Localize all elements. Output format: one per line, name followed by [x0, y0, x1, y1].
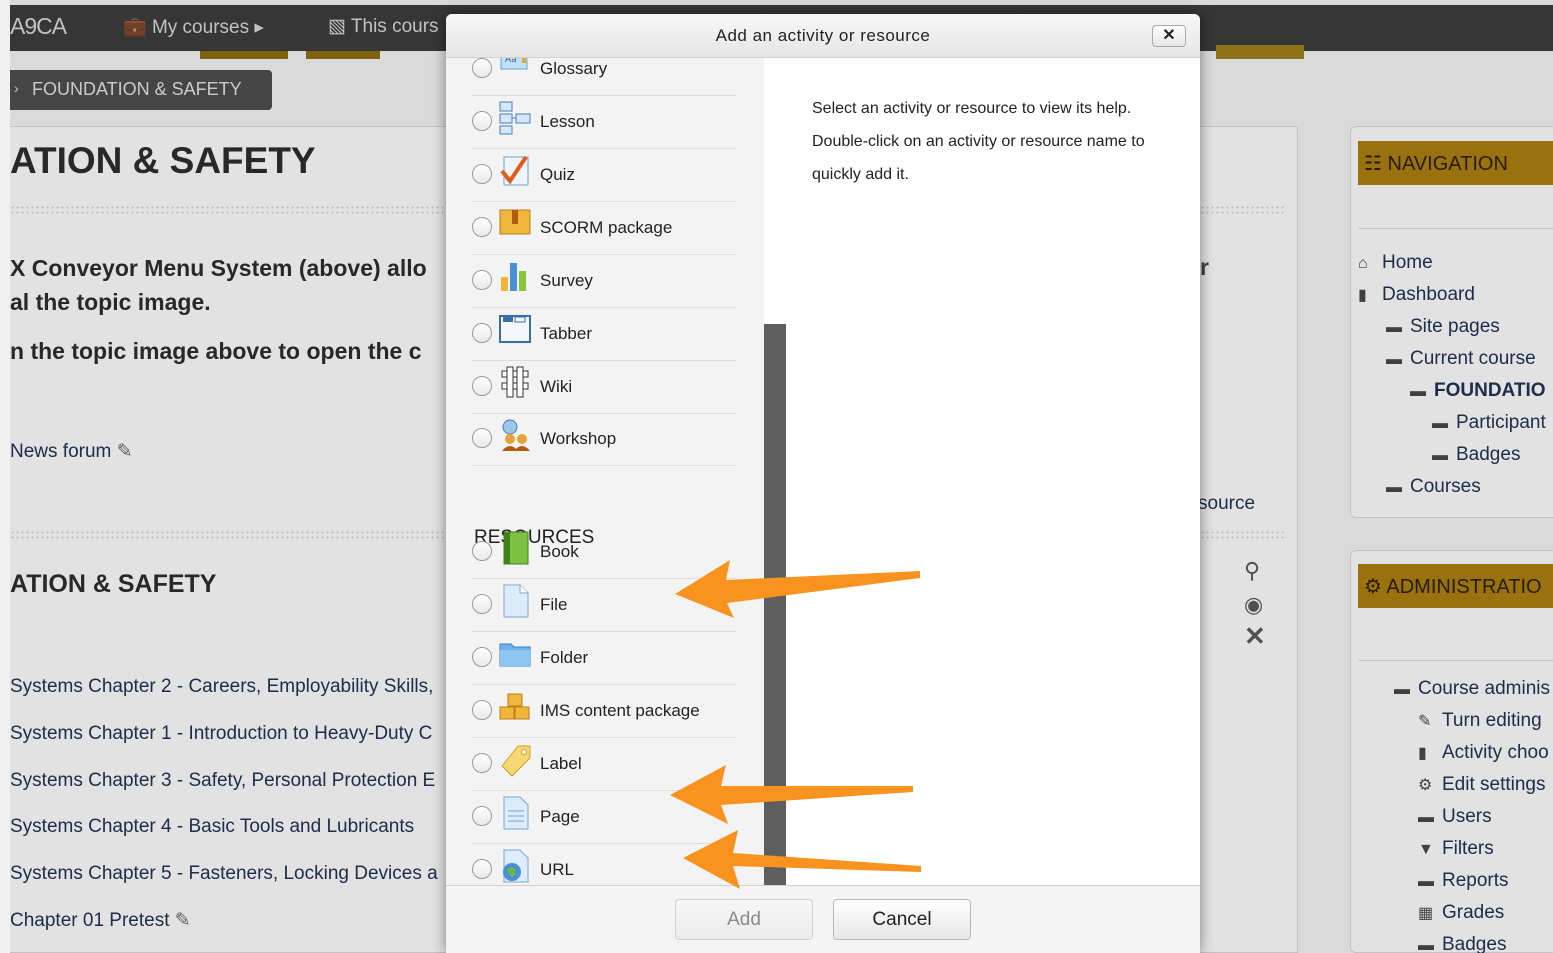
- dialog-footer: Add Cancel: [446, 885, 1200, 953]
- option-label: Page: [540, 807, 580, 826]
- option-label: SCORM package: [540, 218, 673, 237]
- radio-button[interactable]: [472, 323, 492, 343]
- ims-package-icon: [499, 693, 530, 720]
- option-folder[interactable]: Folder: [472, 632, 736, 685]
- radio-button[interactable]: [472, 270, 492, 290]
- glossary-icon: Aa: [500, 58, 528, 70]
- option-label: Lesson: [540, 112, 595, 131]
- workshop-icon: [502, 419, 530, 451]
- option-tabber[interactable]: Tabber: [472, 308, 736, 361]
- page-icon: [503, 796, 529, 830]
- folder-icon: [499, 643, 531, 667]
- options-list[interactable]: Aa Glossary Lesson Quiz SCORM package Su…: [446, 58, 764, 885]
- option-glossary[interactable]: Aa Glossary: [472, 58, 736, 96]
- option-label: Label: [540, 754, 582, 773]
- option-survey[interactable]: Survey: [472, 255, 736, 308]
- option-url[interactable]: URL: [472, 844, 736, 885]
- survey-icon: [501, 263, 526, 291]
- help-text: Select an activity or resource to view i…: [812, 100, 1145, 183]
- option-label: File: [540, 595, 568, 614]
- option-label: Tabber: [540, 324, 592, 343]
- lesson-icon: [499, 101, 531, 135]
- radio-button[interactable]: [472, 647, 492, 667]
- option-label: Workshop: [540, 429, 617, 448]
- radio-button[interactable]: [472, 594, 492, 614]
- file-icon: [503, 584, 529, 618]
- activity-chooser-dialog: Add an activity or resource ✕ Aa Glossar…: [446, 14, 1200, 953]
- option-label: URL: [540, 860, 575, 879]
- option-ims-content-package[interactable]: IMS content package: [472, 685, 736, 738]
- option-book[interactable]: Book: [472, 526, 736, 579]
- option-quiz[interactable]: Quiz: [472, 149, 736, 202]
- wiki-icon: [501, 366, 529, 398]
- option-label: Book: [540, 542, 579, 561]
- option-lesson[interactable]: Lesson: [472, 96, 736, 149]
- scrollbar-thumb[interactable]: [764, 324, 786, 885]
- book-icon: [503, 531, 529, 565]
- option-file[interactable]: File: [472, 579, 736, 632]
- option-wiki[interactable]: Wiki: [472, 361, 736, 414]
- option-workshop[interactable]: Workshop: [472, 413, 736, 466]
- url-icon: [503, 849, 529, 883]
- radio-button[interactable]: [472, 428, 492, 448]
- quiz-icon: [500, 155, 529, 186]
- radio-button[interactable]: [472, 753, 492, 773]
- radio-button[interactable]: [472, 376, 492, 396]
- radio-button[interactable]: [472, 58, 492, 78]
- radio-button[interactable]: [472, 859, 492, 879]
- label-icon: [501, 745, 531, 777]
- radio-button[interactable]: [472, 217, 492, 237]
- radio-button[interactable]: [472, 164, 492, 184]
- radio-button[interactable]: [472, 111, 492, 131]
- dialog-title: Add an activity or resource: [715, 26, 931, 45]
- radio-button[interactable]: [472, 806, 492, 826]
- add-button[interactable]: Add: [675, 899, 813, 940]
- radio-button[interactable]: [472, 700, 492, 720]
- option-label: Wiki: [540, 377, 573, 396]
- option-label: Quiz: [540, 165, 575, 184]
- option-label: Survey: [540, 271, 593, 290]
- option-scorm[interactable]: SCORM package: [472, 202, 736, 255]
- dialog-header: Add an activity or resource ✕: [446, 14, 1200, 58]
- tabber-icon: [499, 315, 531, 343]
- scorm-icon: [499, 209, 531, 235]
- option-label: IMS content package: [540, 701, 700, 720]
- option-label-resource[interactable]: Label: [472, 738, 736, 791]
- close-button[interactable]: ✕: [1152, 25, 1186, 47]
- radio-button[interactable]: [472, 541, 492, 561]
- close-icon: ✕: [1162, 27, 1176, 44]
- option-page[interactable]: Page: [472, 791, 736, 844]
- cancel-button[interactable]: Cancel: [833, 899, 971, 940]
- option-label: Folder: [540, 648, 589, 667]
- option-label: Glossary: [540, 59, 608, 78]
- svg-text:Aa: Aa: [505, 58, 517, 65]
